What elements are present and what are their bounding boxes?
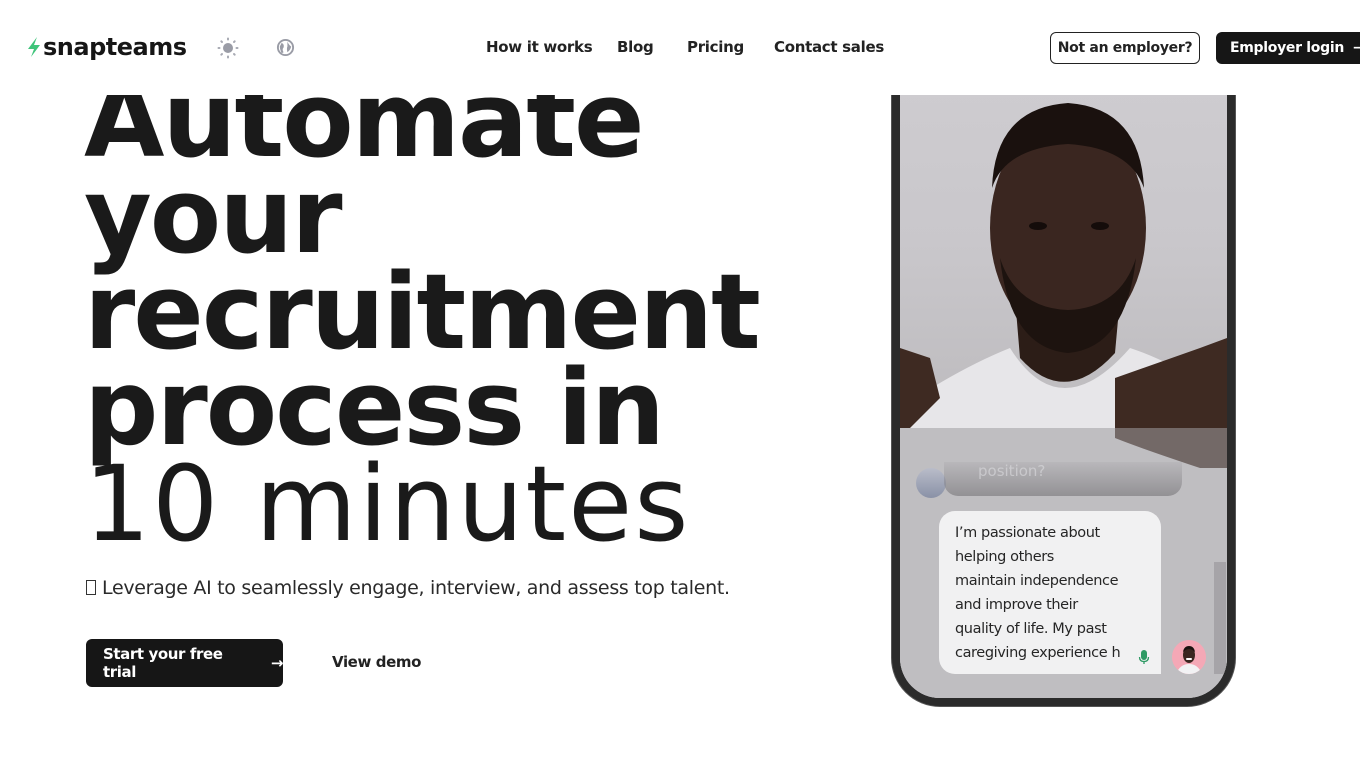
employer-login-label: Employer login bbox=[1230, 40, 1344, 56]
phone-screen: position? I’m passionate about helping o… bbox=[900, 48, 1227, 698]
sun-icon[interactable] bbox=[217, 37, 239, 59]
globe-icon[interactable] bbox=[276, 38, 295, 57]
nav-blog[interactable]: Blog bbox=[617, 36, 654, 58]
phone-mockup: position? I’m passionate about helping o… bbox=[892, 40, 1235, 706]
hero-title-highlight: 10 minutes bbox=[84, 443, 691, 565]
missing-glyph-icon bbox=[86, 580, 96, 595]
question-bubble: position? bbox=[944, 462, 1182, 496]
lightning-bolt-icon bbox=[28, 37, 40, 57]
not-an-employer-label: Not an employer? bbox=[1057, 40, 1193, 56]
employer-login-button[interactable]: Employer login → bbox=[1216, 32, 1360, 64]
site-header: snapteams How it works Blog Pricing Cont… bbox=[0, 0, 1360, 95]
answer-line: maintain independence bbox=[955, 573, 1119, 589]
microphone-icon bbox=[1138, 650, 1150, 664]
screen-strip bbox=[1214, 562, 1226, 674]
arrow-right-icon: → bbox=[270, 654, 284, 672]
answer-line: and improve their bbox=[955, 597, 1078, 613]
nav-pricing[interactable]: Pricing bbox=[687, 36, 744, 58]
answer-line: helping others bbox=[955, 549, 1054, 565]
answer-text: I’m passionate about helping others main… bbox=[955, 521, 1147, 665]
hero-title: Automate your recruitment process in bbox=[84, 68, 761, 469]
hero-subtitle-text: Leverage AI to seamlessly engage, interv… bbox=[102, 577, 730, 599]
start-free-trial-button[interactable]: Start your free trial → bbox=[86, 639, 283, 687]
nav-contact-sales[interactable]: Contact sales bbox=[774, 36, 884, 58]
answer-bubble: I’m passionate about helping others main… bbox=[939, 511, 1161, 674]
answer-line: I’m passionate about bbox=[955, 525, 1100, 541]
interviewer-avatar bbox=[916, 468, 946, 498]
hero-title-line: process in bbox=[84, 347, 665, 469]
view-demo-link[interactable]: View demo bbox=[332, 651, 421, 673]
answer-line: caregiving experience h bbox=[955, 645, 1121, 661]
start-free-trial-label: Start your free trial bbox=[103, 645, 223, 681]
brand-name: snapteams bbox=[43, 33, 187, 61]
hero-subtitle: Leverage AI to seamlessly engage, interv… bbox=[86, 575, 730, 601]
answer-line: quality of life. My past bbox=[955, 621, 1107, 637]
hero-title-line: your bbox=[84, 155, 343, 277]
question-text: position? bbox=[978, 462, 1046, 480]
nav-how-it-works[interactable]: How it works bbox=[486, 36, 593, 58]
brand-logo[interactable]: snapteams bbox=[26, 32, 187, 62]
arrow-right-icon: → bbox=[1353, 40, 1360, 56]
not-an-employer-button[interactable]: Not an employer? bbox=[1050, 32, 1200, 64]
candidate-avatar bbox=[1172, 640, 1206, 674]
hero-title-line: recruitment bbox=[84, 251, 761, 373]
